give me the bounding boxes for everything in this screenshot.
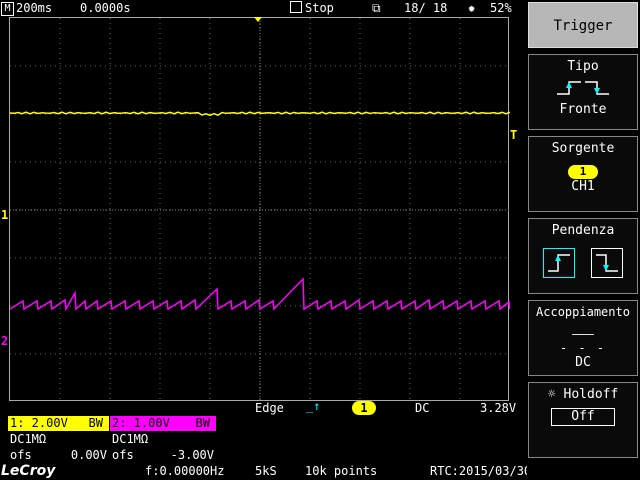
holdoff-title-row: ☼ Holdoff (547, 387, 619, 402)
frequency-counter: f:0.00000Hz (145, 464, 225, 478)
record-length: 10k points (305, 464, 378, 478)
tipo-value: Fronte (559, 102, 607, 117)
ch2-ground-marker[interactable]: 2 (1, 334, 8, 348)
brand-logo: LeCroy (1, 463, 56, 479)
ch2-header: 2: 1.00V BW (110, 416, 216, 431)
accoppiamento-value: DC (575, 355, 591, 370)
bottom-info: Edge _↑ 1 DC 3.28V 1: 2.00V BW DC1MΩ ofs 0… (0, 399, 596, 480)
history-icon[interactable]: ⧉ (372, 0, 381, 17)
edge-type-icon (557, 81, 609, 95)
trigger-level-marker[interactable]: T (510, 128, 517, 142)
timebase-readout[interactable]: 200ms (16, 0, 52, 17)
accoppiamento-title: Accoppiamento (536, 305, 630, 319)
pendenza-title: Pendenza (551, 223, 615, 238)
ch1-coupling: DC1MΩ (10, 432, 47, 446)
trigger-position-marker[interactable] (254, 17, 262, 22)
ch2-info-box[interactable]: 2: 1.00V BW DC1MΩ ofs -3.00V (110, 416, 216, 464)
waveform-display[interactable] (9, 17, 510, 402)
ch1-offset: 0.00V (70, 448, 107, 462)
ch2-offset-row: ofs -3.00V (112, 448, 214, 462)
sorgente-softkey[interactable]: Sorgente 1 CH1 (528, 136, 638, 212)
frame-counter: 18/ 18 (404, 1, 448, 15)
holdoff-value: Off (551, 408, 615, 426)
holdoff-knob-icon: ☼ (547, 387, 556, 402)
mode-indicator: M (1, 2, 14, 16)
sorgente-title: Sorgente (551, 141, 615, 156)
trigger-level: 3.28V (480, 401, 517, 415)
ch1-info-box[interactable]: 1: 2.00V BW DC1MΩ ofs 0.00V (8, 416, 109, 464)
sorgente-value: CH1 (571, 179, 595, 194)
trigger-coupling: DC (415, 401, 430, 415)
battery-level: 52% (490, 1, 512, 15)
ch2-coupling: DC1MΩ (112, 432, 149, 446)
ch1-ground-marker[interactable]: 1 (1, 208, 8, 222)
run-state[interactable]: Stop (290, 0, 334, 17)
falling-slope-icon[interactable] (590, 248, 623, 278)
ch1-offset-row: ofs 0.00V (10, 448, 107, 462)
trigger-edge-icon: _↑ (306, 399, 321, 413)
stop-icon (290, 1, 302, 13)
trigger-menu-panel: Trigger Tipo Fronte Sorgente 1 CH1 Pende… (527, 0, 640, 480)
rising-slope-icon[interactable] (543, 248, 576, 278)
holdoff-softkey[interactable]: ☼ Holdoff Off (528, 382, 638, 458)
trigger-type: Edge (255, 401, 284, 415)
dc-coupling-icon: ——— - - - (559, 327, 607, 355)
tipo-softkey[interactable]: Tipo Fronte (528, 54, 638, 130)
pendenza-softkey[interactable]: Pendenza (528, 218, 638, 294)
trigger-source-pill: 1 (352, 401, 376, 415)
accoppiamento-softkey[interactable]: Accoppiamento ——— - - - DC (528, 300, 638, 376)
ch2-offset: -3.00V (170, 448, 214, 462)
ch1-header: 1: 2.00V BW (8, 416, 109, 431)
brightness-icon: ✹ (468, 1, 476, 15)
trigger-menu-button[interactable]: Trigger (528, 2, 638, 48)
source-ch1-pill: 1 (568, 165, 598, 179)
top-status-bar: M 200ms 0.0000s Stop ⧉ 18/ 18 ✹ 52% (0, 0, 525, 17)
delay-readout[interactable]: 0.0000s (80, 0, 131, 17)
waveform-svg (10, 18, 510, 402)
tipo-title: Tipo (567, 59, 599, 74)
sample-rate: 5kS (255, 464, 277, 478)
